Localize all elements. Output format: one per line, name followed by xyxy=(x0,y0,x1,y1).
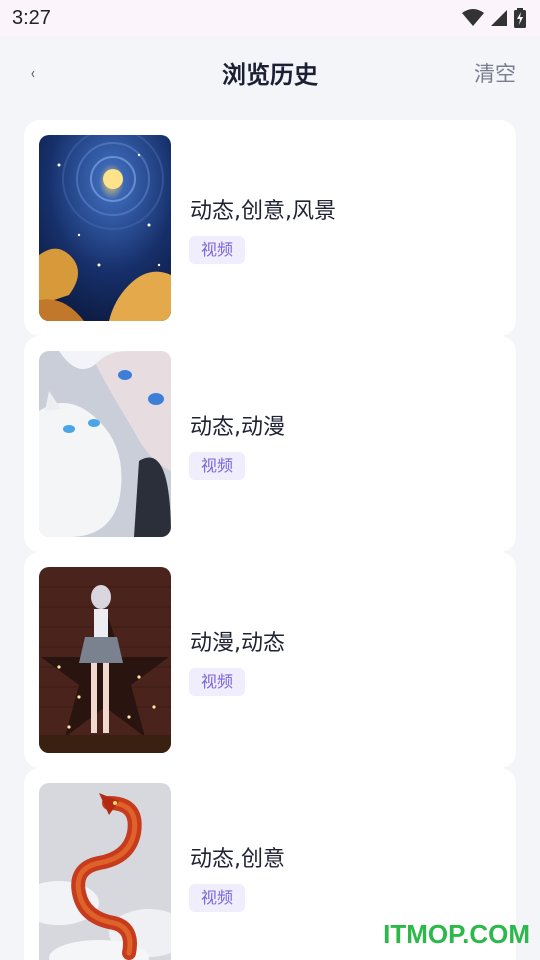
page-title: 浏览历史 xyxy=(222,60,318,89)
history-item[interactable]: 动态,动漫 视频 xyxy=(24,336,516,552)
status-bar: 3:27 xyxy=(0,0,540,36)
wifi-icon xyxy=(462,9,484,27)
history-item-title: 动态,创意 xyxy=(190,847,285,872)
history-list: 动态,创意,风景 视频 动态,动漫 视频 动漫,动态 视频 动态,创意 视频 xyxy=(24,120,516,960)
status-icons xyxy=(462,8,526,28)
watermark: ITMOP.COM xyxy=(383,919,530,949)
thumbnail-red-dragon[interactable] xyxy=(39,783,171,960)
video-tag: 视频 xyxy=(189,668,246,696)
history-item[interactable]: 动漫,动态 视频 xyxy=(24,552,516,768)
status-time: 3:27 xyxy=(12,6,51,29)
history-item-title: 动态,创意,风景 xyxy=(190,199,336,224)
back-button[interactable] xyxy=(18,58,48,88)
header: 浏览历史 清空 xyxy=(0,36,540,108)
back-arrow-icon xyxy=(30,64,36,83)
clear-button[interactable]: 清空 xyxy=(474,58,516,88)
history-item-title: 动态,动漫 xyxy=(190,415,285,440)
battery-charging-icon xyxy=(514,8,526,28)
video-tag: 视频 xyxy=(189,884,246,912)
thumbnail-anime-stage[interactable] xyxy=(39,567,171,753)
thumbnail-anime-cat[interactable] xyxy=(39,351,171,537)
history-item-title: 动漫,动态 xyxy=(190,631,285,656)
cellular-signal-icon xyxy=(490,9,508,27)
video-tag: 视频 xyxy=(189,236,246,264)
history-item[interactable]: 动态,创意,风景 视频 xyxy=(24,120,516,336)
thumbnail-starry-night[interactable] xyxy=(39,135,171,321)
video-tag: 视频 xyxy=(189,452,246,480)
